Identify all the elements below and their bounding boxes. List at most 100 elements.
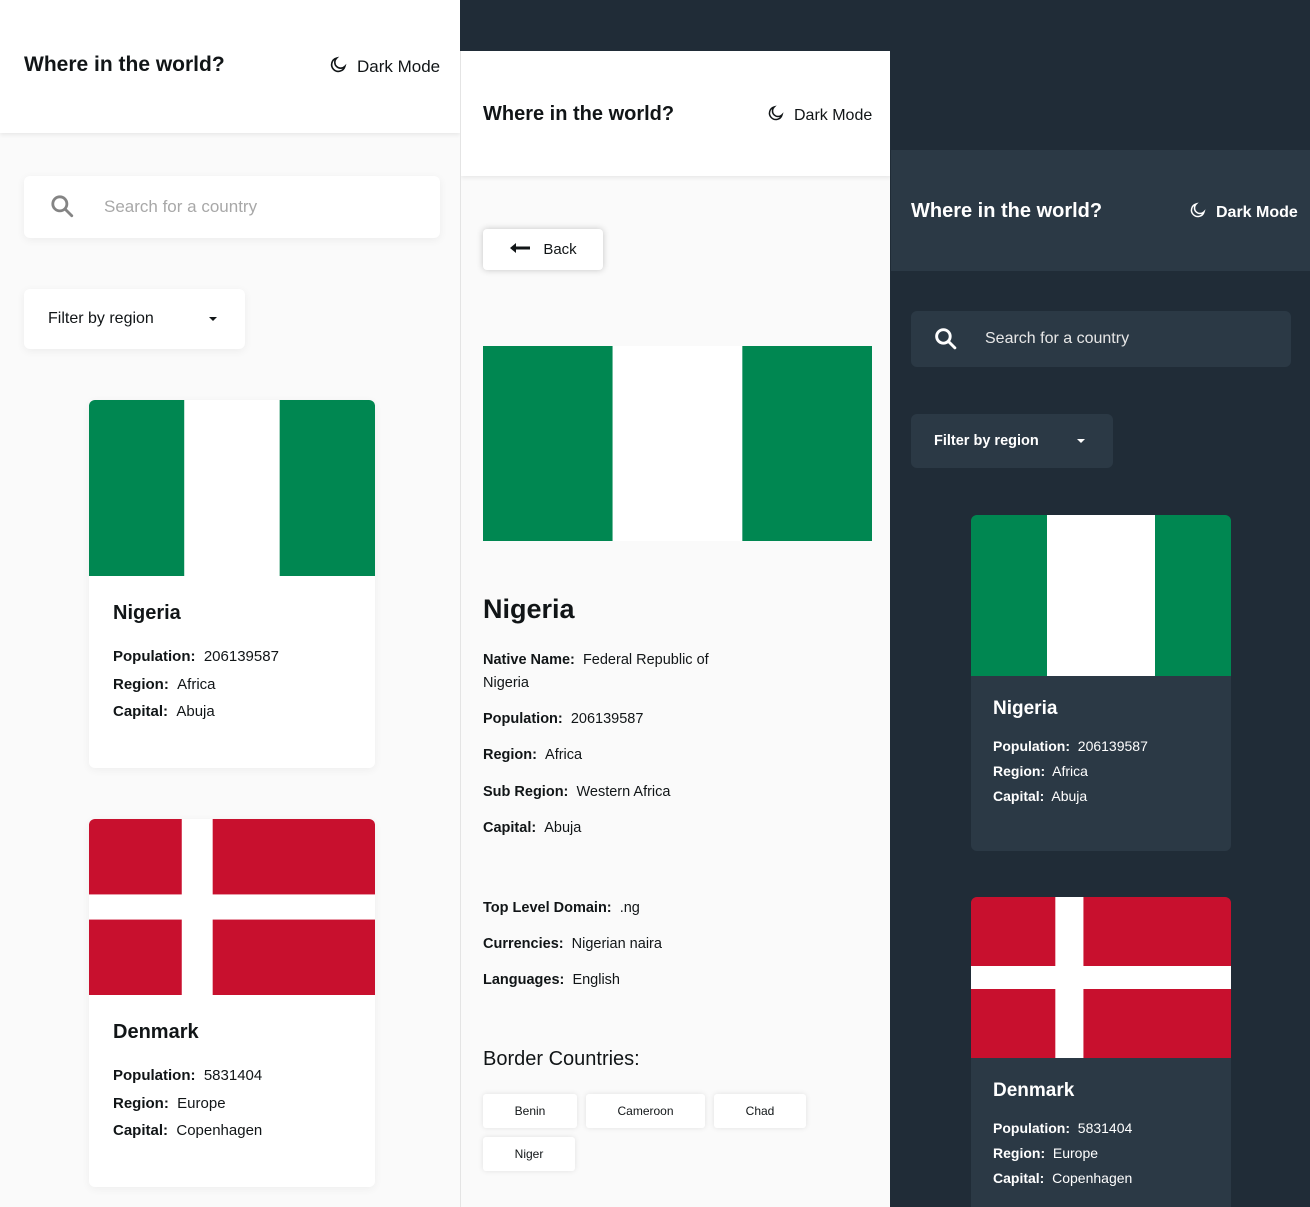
sub-region-value: Western Africa	[576, 784, 671, 800]
nigeria-flag	[483, 346, 872, 541]
search-icon	[933, 326, 958, 356]
moon-icon	[1189, 201, 1207, 224]
nigeria-flag	[89, 400, 375, 576]
region-row: Region: Africa	[483, 744, 743, 767]
population-row: Population: 206139587	[483, 708, 743, 731]
population-value: 206139587	[203, 648, 279, 665]
country-card-denmark[interactable]: Denmark Population: 5831404 Region: Euro…	[971, 897, 1231, 1207]
capital-label: Capital:	[113, 703, 169, 720]
population-row: Population: 206139587	[113, 643, 279, 671]
currencies-row: Currencies: Nigerian naira	[483, 933, 743, 956]
population-value: 206139587	[1077, 738, 1148, 754]
dark-mode-toggle[interactable]: Dark Mode	[329, 55, 440, 79]
search-box[interactable]	[24, 176, 440, 238]
capital-label: Capital:	[113, 1122, 169, 1139]
region-row: Region: Europe	[113, 1090, 262, 1118]
capital-value: Copenhagen	[176, 1122, 263, 1139]
country-info: Population: 206139587 Region: Africa Cap…	[113, 643, 279, 726]
capital-value: Abuja	[544, 820, 582, 836]
dark-home-panel: Where in the world? Dark Mode Filter by …	[891, 150, 1310, 1207]
dark-mode-toggle[interactable]: Dark Mode	[767, 104, 872, 127]
capital-value: Abuja	[1051, 788, 1088, 804]
chevron-down-icon	[209, 317, 217, 321]
filter-label: Filter by region	[48, 310, 154, 327]
country-name: Nigeria	[113, 602, 181, 624]
population-label: Population:	[483, 711, 563, 727]
border-chip-niger[interactable]: Niger	[483, 1137, 575, 1171]
country-name: Nigeria	[993, 698, 1058, 719]
capital-row: Capital: Abuja	[993, 784, 1148, 809]
border-chip-cameroon[interactable]: Cameroon	[586, 1094, 705, 1128]
population-label: Population:	[113, 648, 196, 665]
chevron-down-icon	[1077, 439, 1085, 443]
tld-label: Top Level Domain:	[483, 900, 612, 916]
capital-row: Capital: Copenhagen	[113, 1117, 262, 1145]
filter-label: Filter by region	[934, 433, 1039, 449]
capital-row: Capital: Copenhagen	[993, 1166, 1132, 1191]
population-label: Population:	[113, 1067, 196, 1084]
region-label: Region:	[113, 675, 169, 693]
region-value: Europe	[177, 1094, 226, 1112]
tld-value: .ng	[619, 900, 640, 916]
site-header: Where in the world? Dark Mode	[0, 0, 460, 133]
light-home-panel: Where in the world? Dark Mode Filter by …	[0, 0, 460, 1207]
region-filter[interactable]: Filter by region	[911, 414, 1113, 468]
back-button[interactable]: Back	[483, 229, 603, 270]
dark-mode-toggle[interactable]: Dark Mode	[1189, 201, 1298, 224]
languages-row: Languages: English	[483, 969, 743, 992]
border-chip-chad[interactable]: Chad	[714, 1094, 806, 1128]
site-title[interactable]: Where in the world?	[911, 200, 1102, 223]
capital-row: Capital: Abuja	[113, 698, 279, 726]
region-value: Africa	[1052, 763, 1088, 779]
region-row: Region: Africa	[993, 759, 1148, 784]
region-label: Region:	[993, 1145, 1046, 1161]
capital-value: Copenhagen	[1052, 1170, 1133, 1186]
search-input[interactable]	[985, 325, 1265, 353]
capital-row: Capital: Abuja	[483, 817, 743, 840]
dark-mode-label: Dark Mode	[357, 57, 441, 76]
country-card-nigeria[interactable]: Nigeria Population: 206139587 Region: Af…	[971, 515, 1231, 851]
capital-label: Capital:	[993, 788, 1045, 804]
sub-region-row: Sub Region: Western Africa	[483, 781, 743, 804]
site-title[interactable]: Where in the world?	[483, 103, 674, 126]
country-name: Denmark	[113, 1021, 199, 1043]
population-row: Population: 206139587	[993, 734, 1148, 759]
site-header: Where in the world? Dark Mode	[891, 150, 1310, 271]
region-row: Region: Africa	[113, 671, 279, 699]
region-filter[interactable]: Filter by region	[24, 289, 245, 349]
languages-label: Languages:	[483, 972, 565, 988]
search-icon	[49, 193, 75, 224]
country-info: Population: 206139587 Region: Africa Cap…	[993, 734, 1148, 809]
region-row: Region: Europe	[993, 1141, 1132, 1166]
country-card-denmark[interactable]: Denmark Population: 5831404 Region: Euro…	[89, 819, 375, 1187]
country-name: Nigeria	[483, 594, 575, 624]
dark-mode-label: Dark Mode	[1216, 203, 1298, 221]
population-row: Population: 5831404	[113, 1062, 262, 1090]
detail-panel: Where in the world? Dark Mode Back Niger…	[460, 51, 890, 1207]
region-label: Region:	[483, 747, 537, 763]
search-box[interactable]	[911, 311, 1291, 367]
border-countries-title: Border Countries:	[483, 1048, 640, 1070]
denmark-flag	[971, 897, 1231, 1058]
capital-value: Abuja	[176, 703, 215, 720]
population-label: Population:	[993, 1120, 1070, 1136]
back-label: Back	[543, 241, 577, 258]
country-info: Population: 5831404 Region: Europe Capit…	[113, 1062, 262, 1145]
country-name: Denmark	[993, 1080, 1075, 1101]
region-value: Europe	[1052, 1145, 1099, 1161]
capital-label: Capital:	[483, 820, 537, 836]
region-value: Africa	[545, 747, 583, 763]
border-chip-benin[interactable]: Benin	[483, 1094, 577, 1128]
native-name-label: Native Name:	[483, 652, 575, 668]
population-value: 5831404	[1077, 1120, 1133, 1136]
site-title[interactable]: Where in the world?	[24, 53, 225, 77]
country-card-nigeria[interactable]: Nigeria Population: 206139587 Region: Af…	[89, 400, 375, 768]
search-input[interactable]	[104, 193, 404, 221]
dark-mode-label: Dark Mode	[794, 106, 873, 124]
denmark-flag	[89, 819, 375, 995]
population-value: 5831404	[203, 1067, 263, 1084]
population-row: Population: 5831404	[993, 1116, 1132, 1141]
languages-value: English	[572, 972, 620, 988]
population-value: 206139587	[570, 711, 644, 727]
region-label: Region:	[993, 763, 1046, 779]
